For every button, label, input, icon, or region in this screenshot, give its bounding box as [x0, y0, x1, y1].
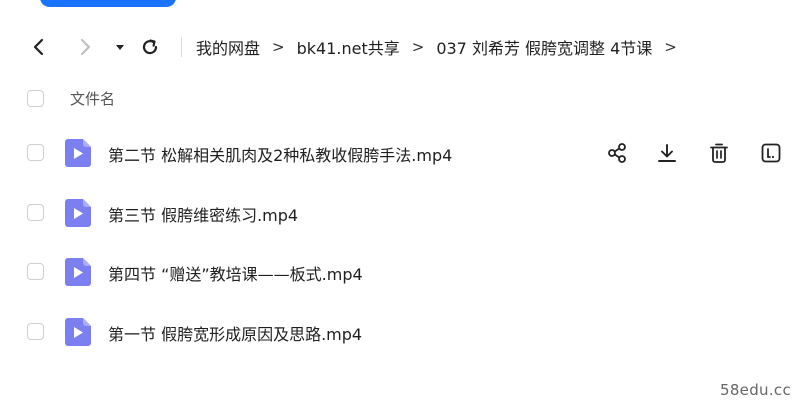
breadcrumb-item-shared[interactable]: bk41.net共享 — [297, 35, 400, 59]
top-action-button[interactable] — [40, 0, 176, 7]
refresh-icon — [142, 39, 158, 55]
download-icon — [658, 144, 676, 162]
refresh-button[interactable] — [139, 36, 161, 58]
file-checkbox[interactable] — [27, 323, 44, 340]
breadcrumb-item-current[interactable]: 037 刘希芳 假胯宽调整 4节课 — [436, 35, 652, 59]
file-row[interactable]: 第四节 “赠送”教培课——板式.mp4 — [0, 252, 803, 292]
file-checkbox[interactable] — [27, 144, 44, 161]
history-dropdown-button[interactable] — [109, 36, 131, 58]
file-name[interactable]: 第一节 假胯宽形成原因及思路.mp4 — [108, 321, 362, 345]
watermark-text: 58edu.cc — [719, 381, 791, 399]
breadcrumb-separator: > — [272, 38, 285, 56]
video-file-icon — [65, 139, 91, 167]
delete-icon — [710, 143, 728, 163]
file-name[interactable]: 第二节 松解相关肌肉及2种私教收假胯手法.mp4 — [108, 142, 452, 166]
column-header-filename[interactable]: 文件名 — [70, 88, 115, 109]
chevron-left-icon — [33, 38, 44, 56]
select-all-checkbox[interactable] — [27, 90, 44, 107]
video-file-icon — [65, 199, 91, 227]
navigation-bar: 我的网盘 > bk41.net共享 > 037 刘希芳 假胯宽调整 4节课 > — [0, 28, 803, 66]
share-button[interactable] — [604, 140, 630, 166]
file-checkbox[interactable] — [27, 204, 44, 221]
delete-button[interactable] — [706, 140, 732, 166]
breadcrumb-separator: > — [411, 38, 425, 56]
breadcrumb: 我的网盘 > bk41.net共享 > 037 刘希芳 假胯宽调整 4节课 > — [196, 36, 677, 58]
file-row[interactable]: 第二节 松解相关肌肉及2种私教收假胯手法.mp4 — [0, 133, 803, 173]
video-file-icon — [65, 258, 91, 286]
caret-down-icon — [116, 45, 124, 50]
file-row[interactable]: 第一节 假胯宽形成原因及思路.mp4 — [0, 312, 803, 352]
forward-button[interactable] — [74, 36, 96, 58]
download-button[interactable] — [654, 140, 680, 166]
list-header: 文件名 — [0, 84, 803, 114]
file-row[interactable]: 第三节 假胯维密练习.mp4 — [0, 193, 803, 233]
chevron-right-icon — [81, 39, 90, 55]
breadcrumb-trailing-chevron[interactable]: > — [664, 38, 677, 56]
nav-divider — [181, 37, 182, 57]
file-browser-page: 我的网盘 > bk41.net共享 > 037 刘希芳 假胯宽调整 4节课 > … — [0, 0, 803, 407]
breadcrumb-item-root[interactable]: 我的网盘 — [196, 35, 260, 59]
share-icon — [608, 143, 626, 163]
file-name[interactable]: 第四节 “赠送”教培课——板式.mp4 — [108, 261, 363, 285]
more-info-icon — [761, 143, 781, 163]
video-file-icon — [65, 318, 91, 346]
back-button[interactable] — [28, 36, 50, 58]
file-checkbox[interactable] — [27, 263, 44, 280]
file-name[interactable]: 第三节 假胯维密练习.mp4 — [108, 202, 298, 226]
more-info-button[interactable] — [758, 140, 784, 166]
